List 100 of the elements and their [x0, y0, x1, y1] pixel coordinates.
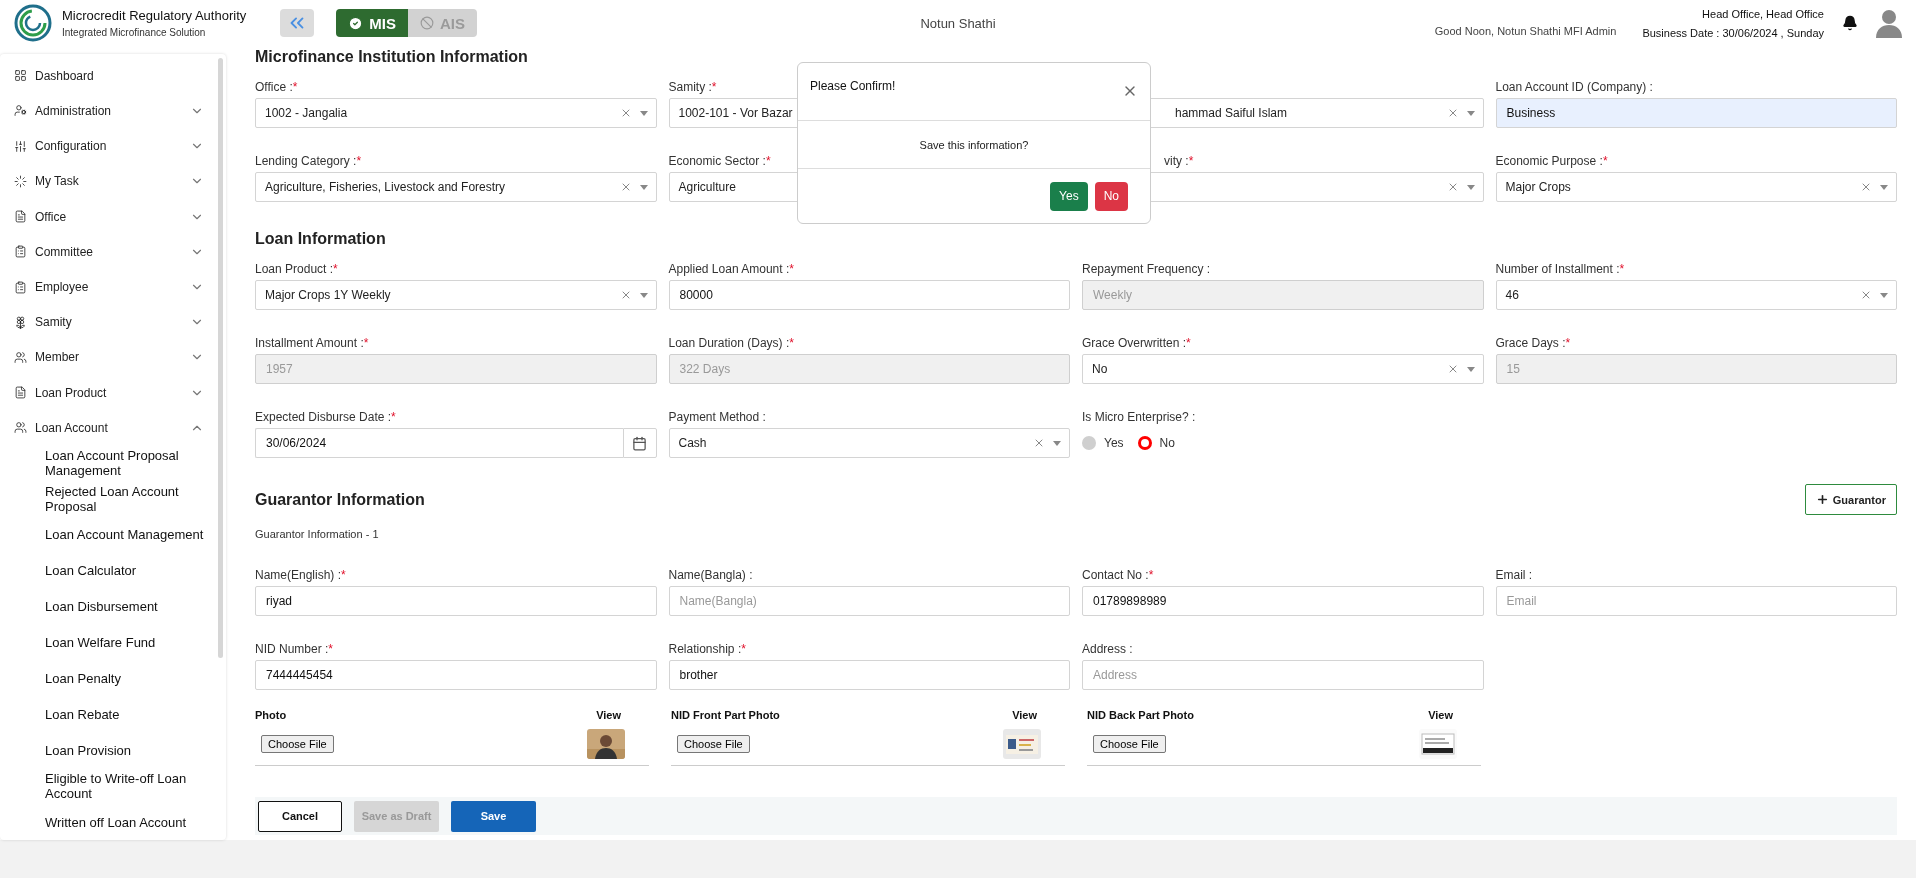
select-field[interactable]: 1002 - Jangalia	[255, 98, 657, 128]
greeting-text: Good Noon, Notun Shathi MFI Admin	[1434, 25, 1617, 37]
text-input[interactable]: 80000	[668, 280, 1070, 310]
select-field[interactable]: 46	[1495, 280, 1897, 310]
org-title: Microcredit Regulatory Authority	[62, 8, 247, 23]
sidebar-subitem[interactable]: Loan Penalty	[0, 660, 218, 697]
upload-label: NID Back Part Photo	[1087, 709, 1194, 721]
text-input[interactable]: brother	[668, 660, 1070, 690]
select-field[interactable]: Cash	[668, 428, 1070, 458]
sidebar-subitem[interactable]: Loan Account Proposal Management	[0, 445, 218, 482]
yes-button[interactable]: Yes	[1050, 181, 1088, 211]
text-input[interactable]: Email	[1495, 586, 1897, 616]
caret-icon	[639, 110, 648, 116]
module-tab[interactable]: MIS	[336, 9, 408, 37]
choose-file-button[interactable]: Choose File	[261, 735, 334, 753]
radio-button[interactable]	[1137, 436, 1152, 450]
select-field[interactable]: Major Crops 1Y Weekly	[255, 280, 657, 310]
caret-icon	[1880, 184, 1888, 190]
dialog-message: Save this information?	[919, 138, 1029, 151]
field-label: Office :*	[255, 79, 298, 95]
text-input[interactable]: Address	[1082, 660, 1484, 690]
field-label: Name(English) :*	[255, 567, 346, 583]
field-label: Loan Duration (Days) :*	[668, 335, 794, 351]
calendar-icon	[632, 435, 647, 451]
select-field[interactable]: Agriculture, Fisheries, Livestock and Forestry	[255, 172, 657, 202]
office-name: Head Office, Head Office	[1702, 7, 1824, 20]
choose-file-button[interactable]: Choose File	[1093, 735, 1166, 753]
sidebar-item[interactable]: Samity	[0, 304, 218, 340]
section-title: Guarantor Information	[255, 489, 425, 510]
caret-icon	[639, 184, 648, 190]
loader-icon	[14, 174, 27, 188]
caret-icon	[1466, 184, 1475, 190]
field-label: Contact No :*	[1082, 567, 1154, 583]
choose-file-button[interactable]: Choose File	[677, 735, 750, 753]
sidebar-subitem[interactable]: Rejected Loan Account Proposal	[0, 481, 218, 517]
text-input[interactable]: Name(Bangla)	[668, 586, 1070, 616]
view-link[interactable]: View	[1428, 709, 1453, 721]
sidebar-subitem[interactable]: Loan Provision	[0, 732, 218, 769]
radio-option[interactable]: No	[1137, 436, 1175, 450]
field-label: Loan Product :*	[255, 261, 338, 277]
sidebar-item[interactable]: Dashboard	[0, 58, 218, 94]
clear-icon[interactable]	[1860, 181, 1872, 193]
caret-icon	[1880, 292, 1888, 298]
logo-icon	[14, 4, 52, 42]
sidebar-item[interactable]: Office	[0, 198, 218, 235]
clear-icon[interactable]	[1860, 289, 1872, 301]
sidebar-subitem[interactable]: Loan Welfare Fund	[0, 624, 218, 661]
business-date: Business Date : 30/06/2024 , Sunday	[1642, 26, 1824, 39]
collapse-button[interactable]	[280, 9, 315, 37]
field-label: Relationship :*	[668, 641, 746, 657]
field-label: Economic Purpose :*	[1495, 153, 1608, 169]
field-label: Economic Sector :*	[668, 153, 771, 169]
sidebar-subitem[interactable]: Eligible to Write-off Loan Account	[0, 768, 218, 805]
sidebar-subitem[interactable]: Loan Rebate	[0, 696, 218, 733]
add-guarantor-button[interactable]: Guarantor	[1804, 484, 1897, 515]
caret-icon	[1466, 110, 1475, 116]
text-input[interactable]: 01789898989	[1082, 586, 1484, 616]
cancel-button[interactable]: Cancel	[258, 800, 342, 832]
sidebar-subitem[interactable]: Loan Account Management	[0, 516, 218, 553]
sidebar-subitem[interactable]: Loan Disbursement	[0, 588, 218, 625]
field-label: Name(Bangla) :	[668, 567, 753, 583]
sidebar-subitem[interactable]: Loan Calculator	[0, 552, 218, 589]
sidebar-item[interactable]: My Task	[0, 163, 218, 199]
calendar-button[interactable]	[622, 428, 657, 458]
upload-label: NID Front Part Photo	[671, 709, 780, 721]
section-title: Microfinance Institution Information	[255, 47, 528, 67]
sidebar-item[interactable]: Administration	[0, 93, 218, 129]
save-button[interactable]: Save	[451, 800, 536, 832]
radio-option[interactable]: Yes	[1082, 436, 1124, 450]
text-input[interactable]: Business	[1495, 98, 1897, 128]
text-input[interactable]: riyad	[255, 586, 657, 616]
sidebar-item[interactable]: Configuration	[0, 128, 218, 164]
text-input[interactable]: 7444445454	[255, 660, 657, 690]
sidebar-item[interactable]: Loan Product	[0, 375, 218, 411]
avatar-icon[interactable]	[1876, 8, 1902, 38]
grid-icon	[14, 69, 27, 83]
view-link[interactable]: View	[596, 709, 621, 721]
notification-icon[interactable]	[1842, 15, 1858, 31]
select-field[interactable]: Major Crops	[1495, 172, 1897, 202]
field-label: Email :	[1495, 567, 1533, 583]
select-field[interactable]: No	[1082, 354, 1484, 384]
plus-icon	[1815, 493, 1829, 506]
clear-icon[interactable]	[1033, 437, 1045, 449]
sidebar-item[interactable]: Committee	[0, 234, 218, 270]
field-label: vity :*	[1164, 153, 1194, 169]
sidebar-item[interactable]: Member	[0, 339, 218, 376]
guarantor-subtitle: Guarantor Information - 1	[255, 527, 380, 542]
field-label: Repayment Frequency :	[1082, 261, 1211, 277]
field-label: Grace Days :*	[1495, 335, 1571, 351]
sidebar-subitem[interactable]: Written off Loan Account	[0, 804, 218, 840]
radio-button[interactable]	[1082, 436, 1096, 450]
sidebar-item[interactable]: Loan Account	[0, 410, 218, 446]
sidebar-item[interactable]: Employee	[0, 269, 218, 305]
scrollbar[interactable]	[218, 58, 223, 658]
field-label: Applied Loan Amount :*	[668, 261, 794, 277]
no-button[interactable]: No	[1094, 181, 1128, 211]
field-label: Payment Method :	[668, 409, 766, 425]
view-link[interactable]: View	[1012, 709, 1037, 721]
date-field[interactable]: 30/06/2024	[255, 428, 623, 458]
radio-label: No	[1159, 436, 1175, 450]
